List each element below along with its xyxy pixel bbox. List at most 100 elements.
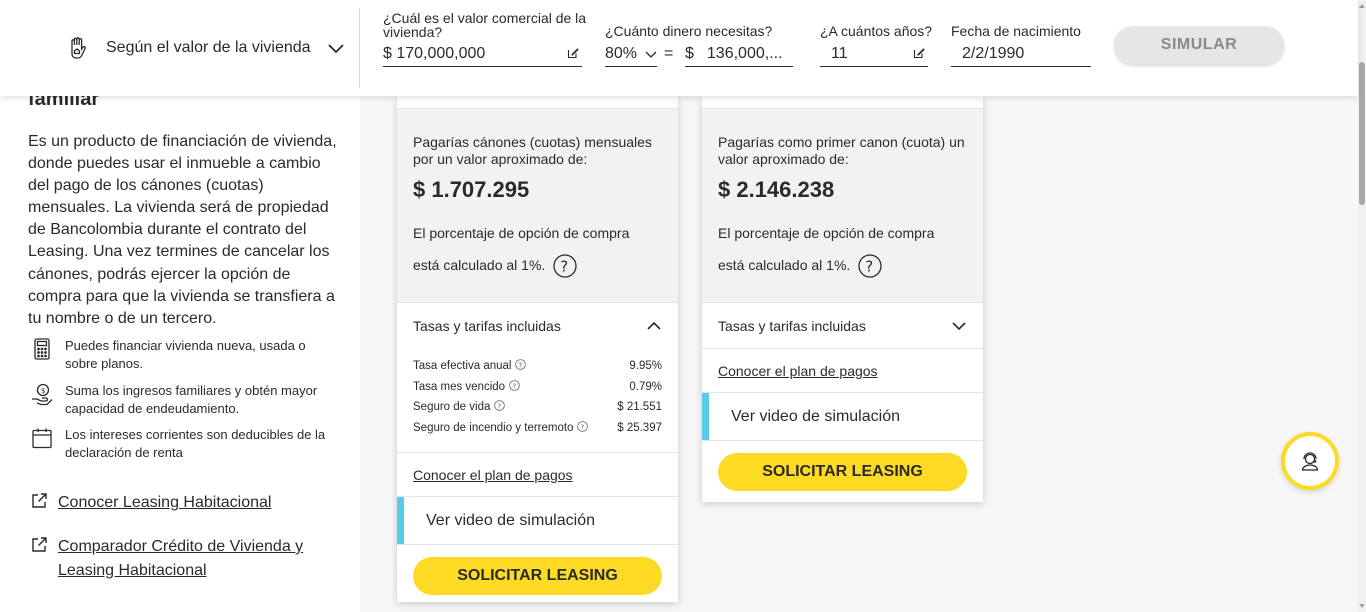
simulation-video-link[interactable]: Ver video de simulación <box>702 393 983 440</box>
link-leasing-habitacional[interactable]: Conocer Leasing Habitacional <box>30 491 271 515</box>
link-comparador[interactable]: Comparador Crédito de Vivienda y Leasing… <box>30 535 330 583</box>
calculator-icon <box>34 338 50 360</box>
calendar-icon <box>32 428 52 449</box>
svg-text:?: ? <box>865 258 873 276</box>
link-text[interactable]: Conocer Leasing Habitacional <box>58 491 271 515</box>
rates-title: Tasas y tarifas incluidas <box>718 317 866 334</box>
external-link-icon <box>32 493 47 508</box>
payment-amount: $ 1.707.295 <box>413 177 530 202</box>
percent-select[interactable]: 80% <box>605 41 657 67</box>
rate-label: Seguro de incendio y terremoto <box>413 421 574 434</box>
birthdate-value: 2/2/1990 <box>962 44 1025 62</box>
simulator-top-bar: Según el valor de la vivienda ¿Cuál es e… <box>0 0 1358 96</box>
chevron-up-icon <box>647 321 661 330</box>
product-description: Es un producto de financiación de vivien… <box>28 133 337 327</box>
purchase-option-line2: está calculado al 1%. <box>718 257 851 273</box>
payment-summary: Pagarías como primer canon (cuota) un va… <box>702 108 983 302</box>
payment-label: Pagarías como primer canon (cuota) un va… <box>718 134 965 167</box>
money-hand-icon: $ <box>32 383 53 406</box>
leasing-card-first-canon: Pagarías como primer canon (cuota) un va… <box>702 96 983 502</box>
chevron-down-icon <box>645 51 657 58</box>
help-question-icon[interactable]: ? <box>553 254 577 278</box>
years-label: ¿A cuántos años? <box>820 23 933 39</box>
video-row[interactable]: Ver video de simulación <box>702 392 983 440</box>
money-needed-label: ¿Cuánto dinero necesitas? <box>605 23 773 39</box>
svg-text:?: ? <box>581 422 585 431</box>
purchase-option-text: El porcentaje de opción de compra está c… <box>413 217 663 281</box>
simulation-mode-dropdown[interactable]: Según el valor de la vivienda <box>66 36 345 60</box>
purchase-option-line1: El porcentaje de opción de compra <box>718 225 935 241</box>
simulation-video-link[interactable]: Ver video de simulación <box>397 497 678 544</box>
solicitar-leasing-button[interactable]: SOLICITAR LEASING <box>413 557 662 595</box>
purchase-option-text: El porcentaje de opción de compra está c… <box>718 217 968 281</box>
rates-accordion-toggle[interactable]: Tasas y tarifas incluidas <box>702 302 983 348</box>
rates-title: Tasas y tarifas incluidas <box>413 317 561 334</box>
edit-icon <box>567 48 579 59</box>
svg-text:?: ? <box>498 401 502 410</box>
purchase-option-line1: El porcentaje de opción de compra <box>413 225 630 241</box>
rate-value: $ 25.397 <box>617 421 662 434</box>
rate-row: Tasa efectiva anual? 9.95% <box>413 356 662 377</box>
info-icon[interactable]: ? <box>515 359 527 370</box>
rate-value: 9.95% <box>629 360 662 372</box>
info-icon[interactable]: ? <box>494 400 506 411</box>
birthdate-input[interactable]: 2/2/1990 <box>951 41 1091 67</box>
rate-row: Tasa mes vencido? 0.79% <box>413 377 662 398</box>
info-icon[interactable]: ? <box>509 379 520 391</box>
info-icon[interactable]: ? <box>577 420 589 432</box>
support-agent-icon <box>1301 452 1319 471</box>
payment-amount: $ 2.146.238 <box>718 177 835 202</box>
chevron-down-icon <box>952 321 966 330</box>
years-input[interactable]: 11 <box>820 41 928 67</box>
currency-symbol: $ <box>685 44 694 62</box>
purchase-option-line2: está calculado al 1%. <box>413 257 546 273</box>
svg-text:$: $ <box>41 387 45 395</box>
mode-label: Según el valor de la vivienda <box>106 39 311 56</box>
feature-text: Puedes financiar vivienda nueva, usada o… <box>65 338 306 371</box>
svg-text:?: ? <box>519 360 523 369</box>
feature-text: Suma los ingresos familiares y obtén may… <box>65 383 318 416</box>
hand-house-icon <box>71 37 86 59</box>
rate-value: 0.79% <box>629 380 662 393</box>
years-value: 11 <box>831 44 848 62</box>
rate-label: Seguro de vida <box>413 401 491 413</box>
payment-plan-link[interactable]: Conocer el plan de pagos <box>397 452 678 496</box>
equals-text: = <box>664 45 674 62</box>
help-question-icon[interactable]: ? <box>858 254 882 278</box>
rate-row: Seguro de vida? $ 21.551 <box>413 397 662 418</box>
scrollbar-thumb[interactable] <box>1359 62 1365 205</box>
simulate-button[interactable]: SIMULAR <box>1114 26 1284 64</box>
video-row[interactable]: Ver video de simulación <box>397 496 678 544</box>
apply-row: SOLICITAR LEASING <box>397 544 678 602</box>
birthdate-label: Fecha de nacimiento <box>951 23 1081 39</box>
rate-value: $ 21.551 <box>617 401 662 413</box>
property-value-label: ¿Cuál es el valor comercial de la vivien… <box>383 10 587 40</box>
help-chat-button[interactable] <box>1281 432 1339 490</box>
money-needed-input[interactable]: $ 136,000,... <box>685 41 793 67</box>
rates-accordion-toggle[interactable]: Tasas y tarifas incluidas <box>397 302 678 348</box>
feature-item: Puedes financiar vivienda nueva, usada o… <box>30 337 330 373</box>
link-text[interactable]: Comparador Crédito de Vivienda y Leasing… <box>58 535 318 583</box>
leasing-card-monthly: Pagarías cánones (cuotas) mensuales por … <box>397 96 678 602</box>
payment-summary: Pagarías cánones (cuotas) mensuales por … <box>397 108 678 302</box>
svg-text:?: ? <box>560 258 568 276</box>
feature-item: $ Suma los ingresos familiares y obtén m… <box>30 382 330 418</box>
rate-label: Tasa efectiva anual <box>413 360 512 372</box>
rate-row: Seguro de incendio y terremoto? $ 25.397 <box>413 418 662 439</box>
apply-row: SOLICITAR LEASING <box>702 440 983 502</box>
divider <box>359 8 360 88</box>
solicitar-leasing-button[interactable]: SOLICITAR LEASING <box>718 453 967 491</box>
feature-item: Los intereses corrientes son deducibles … <box>30 426 330 462</box>
percent-value: 80% <box>605 44 638 62</box>
scroll-down-arrow-icon[interactable] <box>1359 602 1365 610</box>
scroll-up-arrow-icon[interactable] <box>1359 2 1365 10</box>
equals-sign: = <box>664 41 673 67</box>
property-value-input[interactable]: $ 170,000,000 <box>383 41 582 67</box>
money-needed-value: 136,000,... <box>706 44 783 62</box>
external-link-icon <box>32 537 47 552</box>
payment-plan-link[interactable]: Conocer el plan de pagos <box>702 348 983 392</box>
property-value-text: $ 170,000,000 <box>383 44 486 62</box>
edit-icon <box>913 48 925 59</box>
rates-list: Tasa efectiva anual? 9.95% Tasa mes venc… <box>397 348 678 452</box>
rate-label: Tasa mes vencido <box>413 380 506 393</box>
